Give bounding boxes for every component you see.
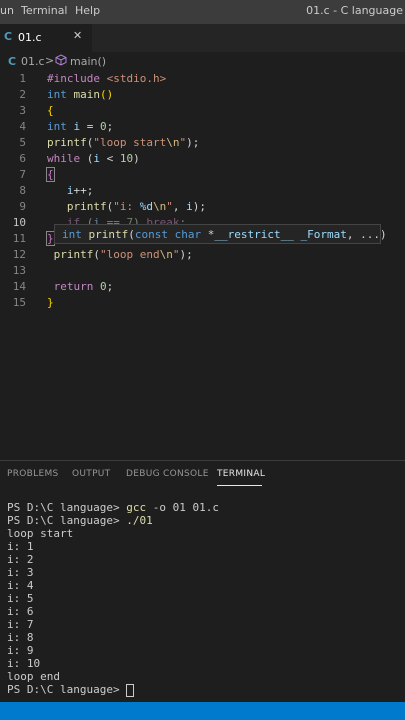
code-line: 14 return 0; (0, 280, 405, 296)
terminal-line: PS D:\C language> (7, 683, 219, 697)
line-number: 8 (19, 184, 26, 197)
code-line: 13 (0, 264, 405, 280)
line-number: 9 (19, 200, 26, 213)
menu-help[interactable]: Help (75, 4, 100, 17)
code-text: printf("loop start\n"); (47, 136, 200, 149)
cube-icon (55, 54, 67, 69)
line-number: 15 (12, 296, 26, 309)
terminal-line: i: 5 (7, 592, 34, 605)
line-number: 1 (19, 72, 26, 85)
terminal-line: i: 3 (7, 566, 34, 579)
line-number: 12 (12, 248, 26, 261)
terminal-line: i: 2 (7, 553, 34, 566)
code-text: } (46, 231, 55, 246)
close-icon[interactable]: ✕ (73, 29, 82, 42)
signature-help-tooltip: int printf(const char *__restrict__ _For… (54, 224, 387, 244)
code-text: i++; (66, 184, 94, 197)
line-number: 3 (19, 104, 26, 117)
code-line: 6 while (i < 10) (0, 152, 405, 168)
code-text: int i = 0; (47, 120, 114, 133)
menu-bar: un Terminal Help 01.c - C language (0, 0, 405, 24)
code-text: #include <stdio.h> (47, 72, 167, 85)
terminal-line: i: 7 (7, 618, 34, 631)
code-line: 1 #include <stdio.h> (0, 72, 405, 88)
breadcrumb-file[interactable]: 01.c (21, 55, 45, 68)
code-line: 15 } (0, 296, 405, 312)
terminal-line: PS D:\C language> ./01 (7, 514, 153, 527)
code-text: printf("loop end\n"); (53, 248, 193, 261)
code-line: 8 i++; (0, 184, 405, 200)
terminal-output[interactable]: PS D:\C language> gcc -o 01 01.c PS D:\C… (7, 501, 219, 697)
window-title: 01.c - C language (306, 4, 403, 17)
tab-output[interactable]: OUTPUT (72, 469, 110, 479)
code-line: 9 printf("i: %d\n", i); (0, 200, 405, 216)
line-number: 14 (12, 280, 26, 293)
breadcrumb: C 01.c > main() (0, 52, 405, 72)
breadcrumb-symbol[interactable]: main() (70, 55, 106, 68)
line-number: 6 (19, 152, 26, 165)
line-number: 7 (19, 168, 26, 181)
terminal-line: i: 9 (7, 644, 34, 657)
terminal-line: i: 6 (7, 605, 34, 618)
code-editor[interactable]: 1 #include <stdio.h> 2 int main() 3 { 4 … (0, 72, 405, 460)
code-line: 4 int i = 0; (0, 120, 405, 136)
active-tab-indicator (217, 485, 262, 486)
terminal-line: loop start (7, 527, 74, 540)
terminal-line: i: 4 (7, 579, 34, 592)
code-text: printf("i: %d\n", i); (66, 200, 206, 213)
tab-problems[interactable]: PROBLEMS (7, 469, 59, 479)
line-number: 11 (12, 232, 26, 245)
code-line: 5 printf("loop start\n"); (0, 136, 405, 152)
code-text: { (46, 167, 55, 182)
terminal-line: loop end (7, 670, 60, 683)
tab-01-c[interactable]: C 01.c ✕ (0, 24, 92, 52)
line-number: 13 (12, 264, 26, 277)
code-line: 7 { (0, 167, 405, 184)
tab-label: 01.c (18, 31, 42, 44)
line-number: 2 (19, 88, 26, 101)
line-number: 4 (19, 120, 26, 133)
terminal-line: i: 1 (7, 540, 34, 553)
code-text: return 0; (53, 280, 114, 293)
code-text: } (47, 296, 54, 309)
menu-terminal[interactable]: Terminal (21, 4, 68, 17)
c-file-icon: C (8, 55, 17, 68)
bottom-panel: PROBLEMS OUTPUT DEBUG CONSOLE TERMINAL P… (0, 460, 405, 703)
tab-debug-console[interactable]: DEBUG CONSOLE (126, 469, 209, 479)
line-number: 10 (12, 216, 26, 229)
code-line: 3 { (0, 104, 405, 120)
code-line: 2 int main() (0, 88, 405, 104)
code-text: while (i < 10) (47, 152, 140, 165)
editor-tab-bar: C 01.c ✕ (0, 24, 405, 52)
terminal-line: PS D:\C language> gcc -o 01 01.c (7, 501, 219, 514)
breadcrumb-separator: > (45, 54, 55, 67)
line-number: 5 (19, 136, 26, 149)
menu-run[interactable]: un (0, 4, 14, 17)
status-bar (0, 702, 405, 720)
tab-terminal[interactable]: TERMINAL (217, 469, 265, 479)
code-text: { (47, 104, 54, 117)
terminal-cursor (126, 683, 135, 697)
c-file-icon: C (4, 30, 13, 43)
terminal-line: i: 8 (7, 631, 34, 644)
terminal-line: i: 10 (7, 657, 41, 670)
code-text: int main() (47, 88, 114, 101)
code-line: 12 printf("loop end\n"); (0, 248, 405, 264)
